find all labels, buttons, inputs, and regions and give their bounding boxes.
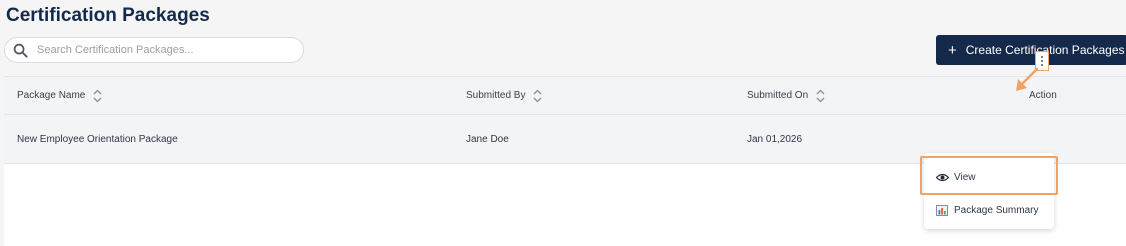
bar-chart-icon — [936, 204, 950, 216]
cell-submitted-on: Jan 01,2026 — [747, 133, 803, 145]
column-label: Submitted On — [747, 90, 809, 101]
eye-icon — [936, 171, 950, 183]
column-header-submitted-by[interactable]: Submitted By — [466, 77, 542, 114]
sort-icon[interactable] — [93, 89, 102, 103]
table-header: Package Name Submitted By Submitted On A… — [4, 77, 1126, 115]
menu-item-label: View — [954, 171, 976, 183]
column-header-submitted-on[interactable]: Submitted On — [747, 77, 825, 114]
menu-item-label: Package Summary — [954, 204, 1039, 216]
sort-icon[interactable] — [816, 89, 825, 103]
search-input[interactable] — [37, 44, 287, 56]
search-icon — [11, 41, 29, 59]
sort-icon[interactable] — [533, 89, 542, 103]
page-title: Certification Packages — [6, 5, 210, 26]
action-dropdown-menu: View Package Summary — [924, 153, 1054, 229]
certification-packages-page: Certification Packages + Create Certific… — [0, 0, 1126, 246]
menu-item-package-summary[interactable]: Package Summary — [924, 195, 1054, 225]
search-box[interactable] — [4, 37, 304, 63]
column-label: Submitted By — [466, 90, 526, 101]
cell-package-name: New Employee Orientation Package — [17, 133, 178, 145]
column-header-package-name[interactable]: Package Name — [17, 77, 102, 114]
column-label: Package Name — [17, 90, 86, 101]
cell-submitted-by: Jane Doe — [466, 133, 509, 145]
create-certification-packages-button[interactable]: + Create Certification Packages — [936, 35, 1126, 65]
plus-icon: + — [948, 41, 957, 59]
pointer-arrow-icon — [1016, 67, 1039, 91]
menu-item-view[interactable]: View — [924, 162, 1054, 192]
